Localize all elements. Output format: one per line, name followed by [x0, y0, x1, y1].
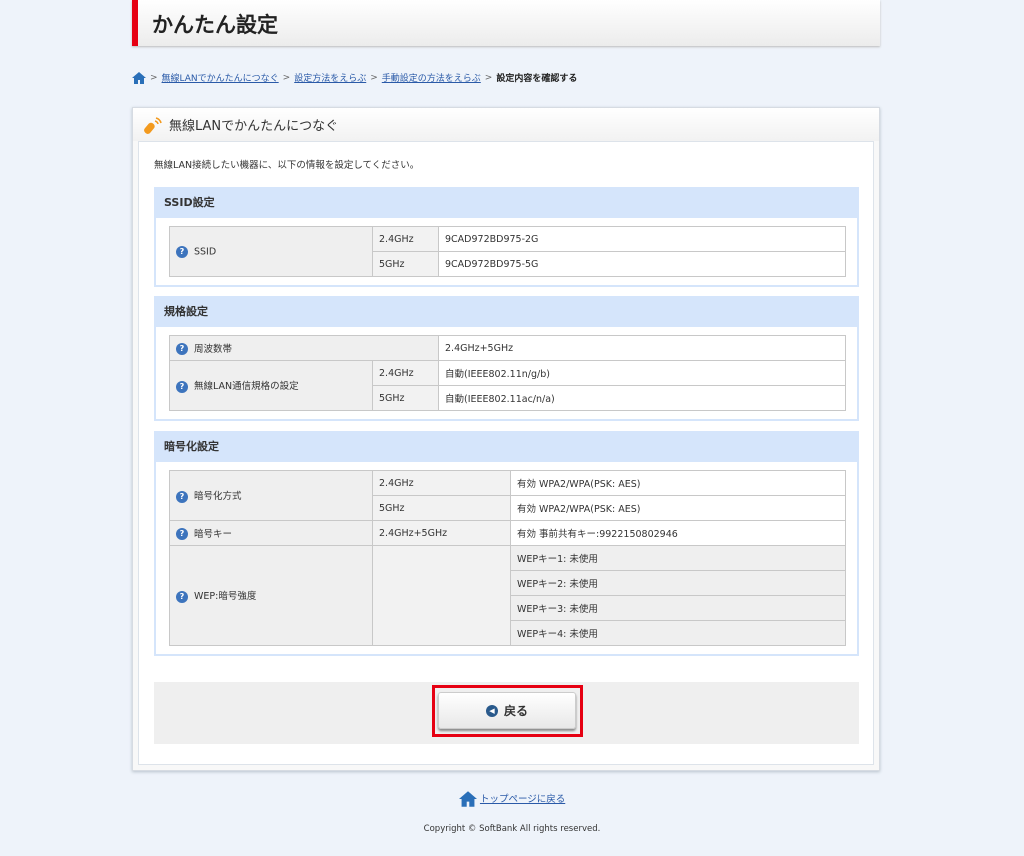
help-icon[interactable]: ? — [176, 528, 188, 541]
top-page-link[interactable]: トップページに戻る — [480, 794, 565, 805]
band-cell: 2.4GHz — [372, 470, 511, 496]
wireless-remote-icon — [144, 116, 162, 134]
spec-table: ? 周波数帯 2.4GHz+5GHz ? 無線LAN通信規格の設定 2.4GHz 自動… — [169, 335, 846, 411]
section-heading: SSID設定 — [156, 187, 857, 218]
panel-header: 無線LANでかんたんにつなぐ — [133, 108, 879, 141]
value-cell: 有効 WPA2/WPA(PSK: AES) — [510, 470, 846, 496]
breadcrumb-link-wireless[interactable]: 無線LANでかんたんにつなぐ — [162, 71, 279, 84]
ssid-section: SSID設定 ? SSID 2.4GHz 9CAD972BD975-2G 5GHz 9… — [154, 187, 859, 287]
value-cell: 9CAD972BD975-2G — [438, 226, 846, 252]
key-label-cell: ? 暗号キー — [169, 520, 373, 546]
value-cell: 自動(IEEE802.11n/g/b) — [438, 360, 846, 386]
band-cell: 5GHz — [372, 251, 439, 277]
back-arrow-icon: ◀ — [485, 704, 498, 717]
help-icon[interactable]: ? — [176, 380, 188, 393]
back-button[interactable]: ◀ 戻る — [438, 692, 576, 729]
section-heading: 規格設定 — [156, 296, 857, 327]
value-cell: 有効 事前共有キー:9922150802946 — [510, 520, 846, 546]
wep-key-cell: WEPキー4: 未使用 — [510, 620, 846, 646]
encryption-table: ? 暗号化方式 2.4GHz 有効 WPA2/WPA(PSK: AES) 5GHz 有… — [169, 470, 846, 646]
band-cell: 2.4GHz — [372, 226, 439, 252]
method-label-cell: ? 暗号化方式 — [169, 470, 373, 521]
copyright: Copyright © SoftBank All rights reserved… — [423, 824, 601, 834]
value-cell: 2.4GHz+5GHz — [438, 335, 846, 361]
breadcrumb-separator: > — [150, 72, 158, 83]
page-title: かんたん設定 — [152, 13, 278, 37]
back-button-label: 戻る — [503, 704, 528, 718]
band-cell: 2.4GHz+5GHz — [372, 520, 511, 546]
value-cell: 有効 WPA2/WPA(PSK: AES) — [510, 495, 846, 521]
intro-text: 無線LAN接続したい機器に、以下の情報を設定してください。 — [154, 160, 420, 171]
breadcrumb-link-manual[interactable]: 手動設定の方法をえらぶ — [382, 71, 481, 84]
encryption-section: 暗号化設定 ? 暗号化方式 2.4GHz 有効 WPA2/WPA(PSK: AES)… — [154, 431, 859, 656]
page-header: かんたん設定 — [132, 0, 880, 46]
band-cell: 5GHz — [372, 495, 511, 521]
value-cell: 自動(IEEE802.11ac/n/a) — [438, 385, 846, 411]
std-label-cell: ? 無線LAN通信規格の設定 — [169, 360, 373, 411]
wep-key-cell: WEPキー3: 未使用 — [510, 595, 846, 621]
footer-top-link-row: トップページに戻る — [0, 791, 1024, 807]
section-heading: 暗号化設定 — [156, 431, 857, 462]
panel-body: 無線LAN接続したい機器に、以下の情報を設定してください。 SSID設定 ? SS… — [138, 141, 874, 765]
row-label: 暗号化方式 — [194, 491, 242, 503]
row-label: 暗号キー — [194, 528, 233, 540]
button-area: ◀ 戻る — [154, 682, 859, 744]
home-icon[interactable] — [132, 71, 146, 84]
row-label: 無線LAN通信規格の設定 — [194, 381, 299, 393]
ssid-table: ? SSID 2.4GHz 9CAD972BD975-2G 5GHz 9CAD972B… — [169, 226, 846, 277]
row-label: 周波数帯 — [194, 343, 233, 355]
breadcrumb-separator: > — [484, 72, 493, 83]
panel-title: 無線LANでかんたんにつなぐ — [169, 119, 339, 134]
ssid-label-cell: ? SSID — [169, 226, 373, 277]
breadcrumb-separator: > — [282, 72, 291, 83]
value-cell: 9CAD972BD975-5G — [438, 251, 846, 277]
breadcrumb: > 無線LANでかんたんにつなぐ > 設定方法をえらぶ > 手動設定の方法をえら… — [132, 71, 577, 84]
breadcrumb-separator: > — [370, 72, 378, 83]
help-icon[interactable]: ? — [176, 343, 188, 356]
spec-section: 規格設定 ? 周波数帯 2.4GHz+5GHz ? 無線LAN通信規格の設定 2.4… — [154, 296, 859, 421]
breadcrumb-link-method[interactable]: 設定方法をえらぶ — [294, 71, 366, 84]
wep-key-cell: WEPキー1: 未使用 — [510, 545, 846, 571]
main-panel: 無線LANでかんたんにつなぐ 無線LAN接続したい機器に、以下の情報を設定してく… — [132, 107, 880, 771]
row-label: SSID — [194, 246, 217, 257]
help-icon[interactable]: ? — [176, 245, 188, 258]
home-icon[interactable] — [458, 791, 477, 807]
freq-label-cell: ? 周波数帯 — [169, 335, 439, 361]
help-icon[interactable]: ? — [176, 490, 188, 503]
band-cell — [372, 545, 511, 646]
wep-label-cell: ? WEP:暗号強度 — [169, 545, 373, 646]
help-icon[interactable]: ? — [176, 590, 188, 603]
band-cell: 2.4GHz — [372, 360, 439, 386]
band-cell: 5GHz — [372, 385, 439, 411]
row-label: WEP:暗号強度 — [194, 591, 257, 603]
breadcrumb-current: 設定内容を確認する — [496, 74, 578, 84]
wep-key-cell: WEPキー2: 未使用 — [510, 570, 846, 596]
